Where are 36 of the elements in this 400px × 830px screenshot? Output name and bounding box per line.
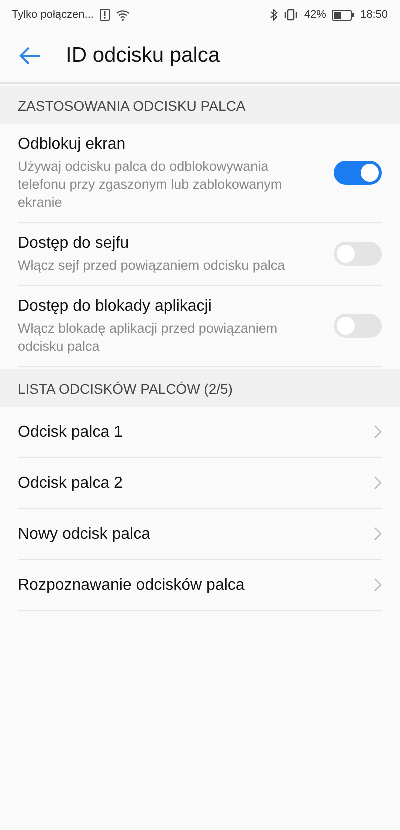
setting-title: Dostęp do blokady aplikacji bbox=[18, 297, 213, 317]
settings-row[interactable]: Dostęp do sejfu Włącz sejf przed powiązaniem odcisku palca bbox=[18, 223, 382, 286]
section-header: ZASTOSOWANIA ODCISKU PALCA bbox=[0, 86, 400, 124]
toggle-switch[interactable] bbox=[334, 161, 382, 185]
settings-row[interactable]: Odblokuj ekran Używaj odcisku palca do odblokowywania telefonu przy zgaszonym lub zablokowanym ekranie bbox=[18, 124, 382, 223]
toggle-switch[interactable] bbox=[334, 314, 382, 338]
chevron-icon bbox=[374, 476, 382, 490]
list-item[interactable]: Rozpoznawanie odcisków palca bbox=[18, 560, 382, 611]
settings-row[interactable]: Dostęp do blokady aplikacji Włącz blokadę aplikacji przed powiązaniem odcisku palca bbox=[18, 286, 382, 367]
battery-icon bbox=[332, 10, 354, 20]
setting-description: Włącz sejf przed powiązaniem odcisku palca bbox=[18, 257, 286, 275]
battery-percent: 42% bbox=[304, 9, 326, 21]
item-title: Rozpoznawanie odcisków palca bbox=[18, 576, 246, 596]
sim-alert-icon bbox=[100, 9, 110, 21]
setting-title: Odblokuj ekran bbox=[18, 135, 127, 155]
page-title: ID odcisku palca bbox=[66, 44, 220, 68]
vibrate-icon bbox=[284, 9, 298, 21]
setting-description: Używaj odcisku palca do odblokowywania telefonu przy zgaszonym lub zablokowanym ekranie bbox=[18, 158, 284, 212]
item-title: Odcisk palca 2 bbox=[18, 474, 124, 494]
list-item[interactable]: Odcisk palca 1 bbox=[18, 407, 382, 458]
setting-description: Włącz blokadę aplikacji przed powiązaniem odcisku palca bbox=[18, 320, 279, 356]
chevron-icon bbox=[374, 425, 382, 439]
list-item[interactable]: Odcisk palca 2 bbox=[18, 458, 382, 509]
setting-title: Dostęp do sejfu bbox=[18, 234, 130, 254]
clock-text: 18:50 bbox=[360, 9, 388, 21]
chevron-icon bbox=[374, 527, 382, 541]
back-button[interactable] bbox=[18, 46, 42, 66]
item-title: Nowy odcisk palca bbox=[18, 524, 152, 544]
wifi-icon bbox=[116, 10, 130, 20]
item-title: Odcisk palca 1 bbox=[18, 422, 124, 442]
chevron-icon bbox=[374, 578, 382, 592]
list-item[interactable]: Nowy odcisk palca bbox=[18, 509, 382, 560]
carrier-text: Tylko połączen... bbox=[12, 9, 94, 21]
bluetooth-icon bbox=[270, 9, 278, 21]
section-header: LISTA ODCISKÓW PALCÓW (2/5) bbox=[0, 369, 400, 407]
toggle-switch[interactable] bbox=[334, 242, 382, 266]
